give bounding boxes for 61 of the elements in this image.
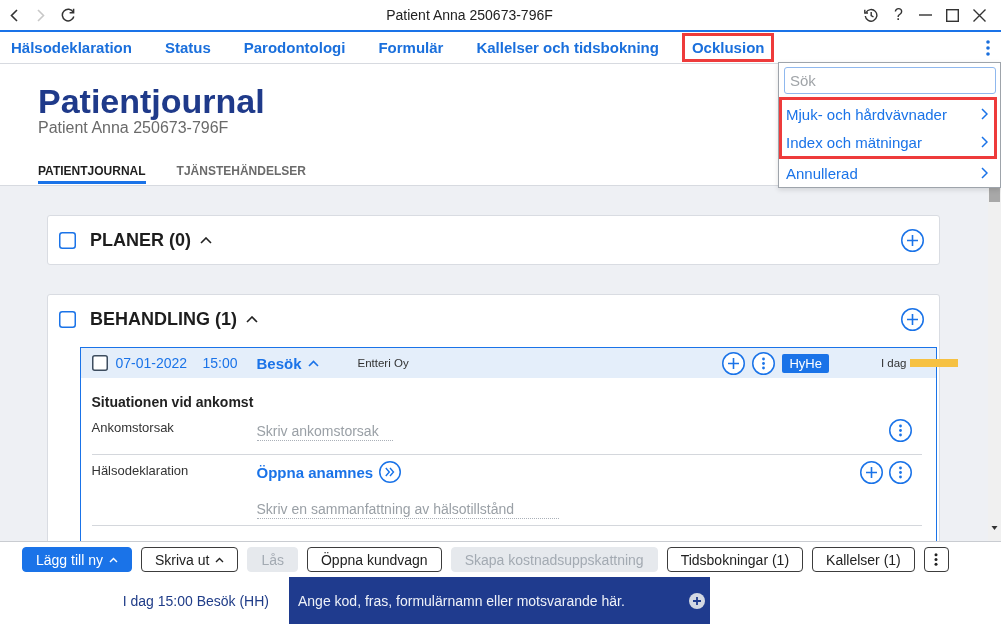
current-visit: I dag 15:00 Besök (HH) (122, 592, 269, 609)
menu-item[interactable]: Annullerad (779, 159, 997, 187)
maximize-icon[interactable] (946, 8, 959, 22)
toolbar-button[interactable]: Öppna kundvagn (307, 547, 442, 572)
group-title: Situationen vid ankomst (91, 393, 254, 412)
window-title: Patient Anna 250673-796F (386, 7, 553, 23)
refresh-icon[interactable] (60, 8, 75, 22)
section-title: BEHANDLING (1) (90, 308, 237, 330)
chevron-right-icon (981, 136, 988, 148)
plus-circle-icon[interactable] (901, 228, 924, 252)
staff-badge: HyHe (782, 353, 829, 373)
tab[interactable]: TJÄNSTEHÄNDELSER (176, 163, 306, 184)
page-title: Patientjournal (38, 81, 265, 121)
input-field[interactable]: Skriv en sammanfattning av hälsotillstånd (256, 499, 560, 519)
checkbox[interactable] (59, 231, 76, 249)
field-label: Ankomstorsak (91, 419, 174, 437)
clinic-name: Entteri Oy (357, 357, 409, 369)
field-label: Hälsodeklaration (91, 462, 189, 480)
chevron-up-icon[interactable] (246, 315, 258, 323)
more-button[interactable] (923, 547, 949, 572)
checkbox[interactable] (91, 355, 108, 371)
plus-circle-icon[interactable] (689, 592, 705, 609)
close-icon[interactable] (973, 8, 986, 22)
help-button[interactable]: ? (894, 6, 903, 24)
section-title: PLANER (0) (90, 229, 191, 251)
double-chevron-icon[interactable] (379, 461, 402, 483)
patient-subtitle: Patient Anna 250673-796F (38, 119, 229, 138)
more-icon[interactable] (888, 461, 912, 484)
input-field[interactable]: Skriv ankomstorsak (256, 421, 393, 441)
nav-tab[interactable]: Status (154, 33, 221, 62)
toolbar-button[interactable]: Skriva ut (140, 547, 239, 572)
search-field[interactable]: Sök (784, 67, 996, 94)
toolbar-button[interactable]: Tidsbokningar (1) (666, 547, 804, 572)
history-icon[interactable] (864, 8, 879, 22)
toolbar-button[interactable]: Lägg till ny (22, 547, 132, 572)
nav-tab[interactable]: Ocklusion (681, 33, 775, 62)
checkbox[interactable] (59, 310, 76, 328)
visit-toggle[interactable]: Besök (256, 354, 319, 372)
plus-circle-icon[interactable] (722, 351, 746, 375)
plus-circle-icon[interactable] (859, 461, 883, 484)
more-icon[interactable] (752, 351, 776, 375)
toolbar-button[interactable]: Kallelser (1) (812, 547, 915, 572)
nav-tab[interactable]: Parodontologi (233, 33, 356, 62)
kebab-menu-icon[interactable] (986, 39, 990, 56)
back-icon[interactable] (9, 8, 18, 22)
open-link[interactable]: Öppna anamnes (256, 463, 374, 481)
entry-time: 15:00 (202, 355, 238, 371)
nav-tab[interactable]: Formulär (368, 33, 454, 62)
chevron-right-icon (981, 167, 988, 179)
chevron-right-icon (981, 108, 988, 120)
nav-tab[interactable]: Kallelser och tidsbokning (466, 33, 669, 62)
chevron-up-icon[interactable] (200, 236, 212, 244)
menu-item[interactable]: Mjuk- och hårdvävnader (779, 100, 997, 128)
command-field[interactable]: Ange kod, fras, formulärnamn eller motsvarande här. (289, 577, 710, 624)
nav-tab[interactable]: Hälsodeklaration (1, 33, 142, 62)
entry-date: 07-01-2022 (115, 355, 188, 371)
more-icon[interactable] (888, 419, 912, 442)
entry-day: I dag (880, 357, 907, 369)
menu-item[interactable]: Index och mätningar (779, 128, 997, 156)
kebab-icon (934, 553, 939, 566)
plus-circle-icon[interactable] (901, 307, 924, 331)
